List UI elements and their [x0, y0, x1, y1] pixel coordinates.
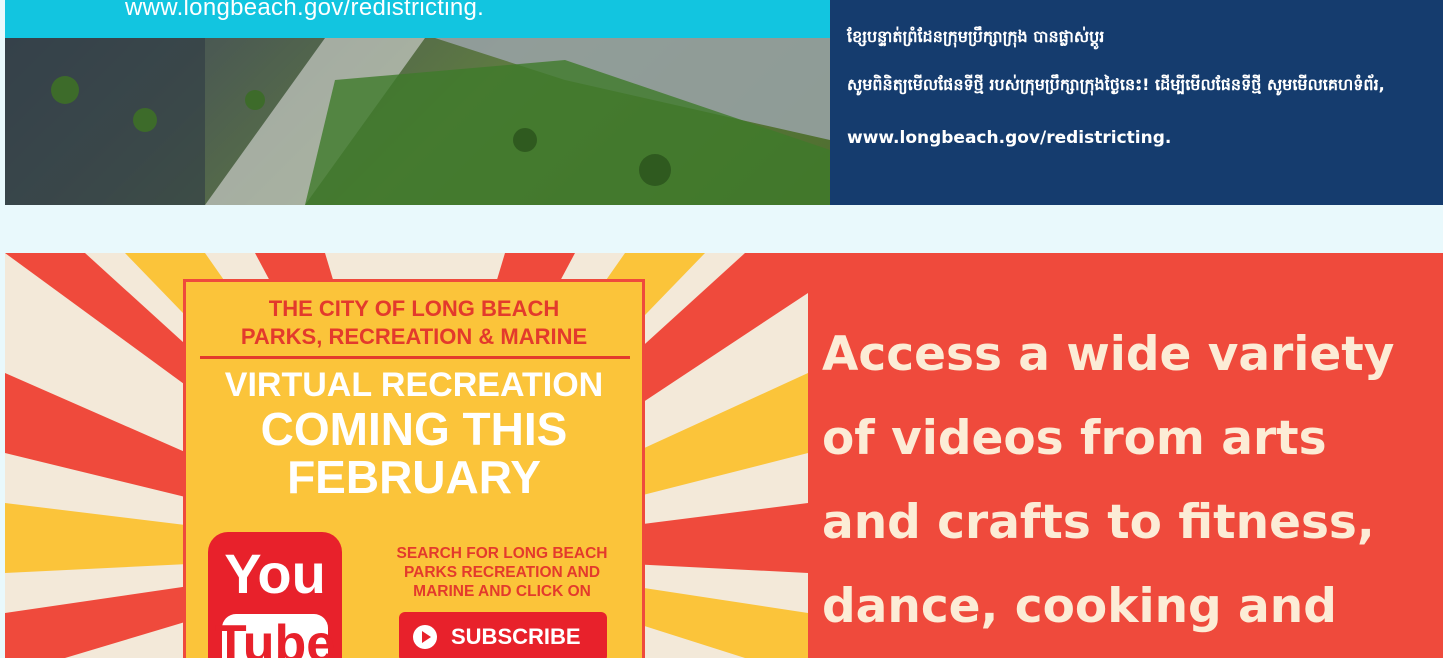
poster-header-line-1: THE CITY OF LONG BEACH — [268, 296, 560, 321]
khmer-body: សូមពិនិត្យមើលផែនទីថ្មី របស់ក្រុមប្រឹក្សា… — [847, 75, 1385, 94]
redistricting-banner[interactable]: www.longbeach.gov/redistricting. ខ្សែបន្… — [0, 0, 1443, 205]
youtube-you-text: You — [224, 542, 326, 605]
aerial-park-photo: www.longbeach.gov/redistricting. — [5, 0, 830, 205]
redistricting-info-panel: ខ្សែបន្ទាត់ព្រំដែនក្រុមប្រឹក្សាក្រុង បាន… — [830, 0, 1443, 205]
promo-line-4: dance, cooking and — [822, 579, 1337, 634]
promo-line-3: and crafts to fitness, — [822, 495, 1375, 550]
virtual-recreation-banner[interactable]: THE CITY OF LONG BEACH PARKS, RECREATION… — [5, 253, 1443, 658]
photo-illustration — [5, 38, 830, 205]
search-line-1: SEARCH FOR LONG BEACH — [396, 545, 608, 562]
search-line-2: PARKS RECREATION AND — [403, 564, 601, 581]
youtube-logo-icon: You Tube — [208, 532, 342, 658]
poster-title-line-2: COMING THIS — [260, 403, 568, 455]
promo-description: Access a wide variety of videos from art… — [822, 313, 1442, 649]
play-icon — [413, 625, 437, 649]
poster-header-line-2: PARKS, RECREATION & MARINE — [240, 324, 588, 349]
khmer-title: ខ្សែបន្ទាត់ព្រំដែនក្រុមប្រឹក្សាក្រុង បាន… — [847, 27, 1105, 46]
redistricting-link[interactable]: www.longbeach.gov/redistricting. — [847, 128, 1171, 148]
poster-title-line-1: VIRTUAL RECREATION — [224, 366, 604, 404]
subscribe-label: SUBSCRIBE — [451, 624, 581, 649]
youtube-tube-text: Tube — [214, 615, 336, 658]
poster-title-line-3: FEBRUARY — [287, 451, 541, 503]
promo-line-1: Access a wide variety — [822, 327, 1395, 382]
subscribe-button[interactable]: SUBSCRIBE — [399, 612, 607, 658]
virtual-recreation-poster: THE CITY OF LONG BEACH PARKS, RECREATION… — [5, 253, 808, 658]
poster-card: THE CITY OF LONG BEACH PARKS, RECREATION… — [183, 279, 645, 658]
poster-divider — [200, 356, 630, 359]
promo-line-2: of videos from arts — [822, 411, 1327, 466]
search-line-3: MARINE AND CLICK ON — [413, 583, 591, 600]
search-instructions: SEARCH FOR LONG BEACH PARKS RECREATION A… — [376, 544, 628, 601]
